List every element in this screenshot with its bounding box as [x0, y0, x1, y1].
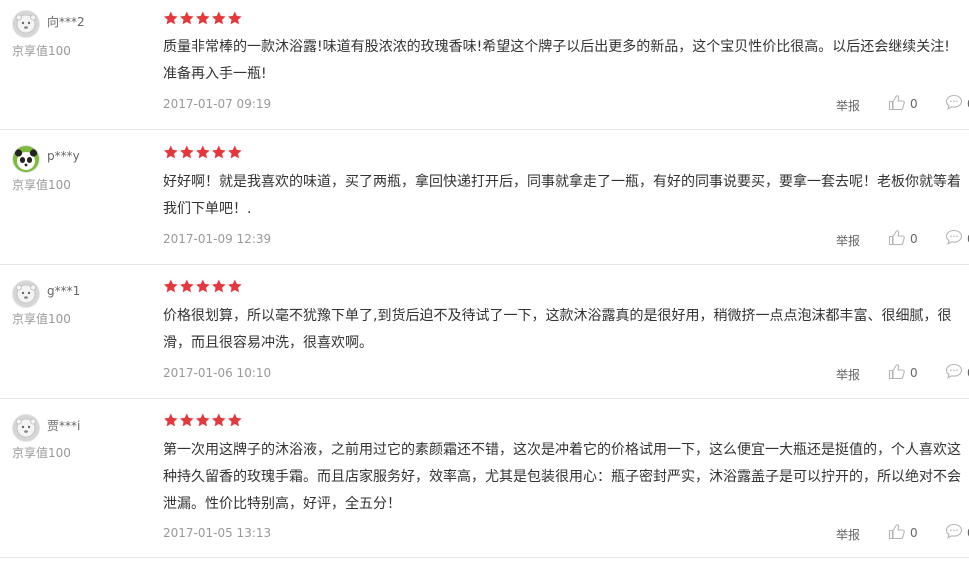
- review-item: [0, 399, 969, 558]
- review-item: [0, 265, 969, 399]
- review-item: [0, 0, 969, 130]
- review-item: [0, 130, 969, 265]
